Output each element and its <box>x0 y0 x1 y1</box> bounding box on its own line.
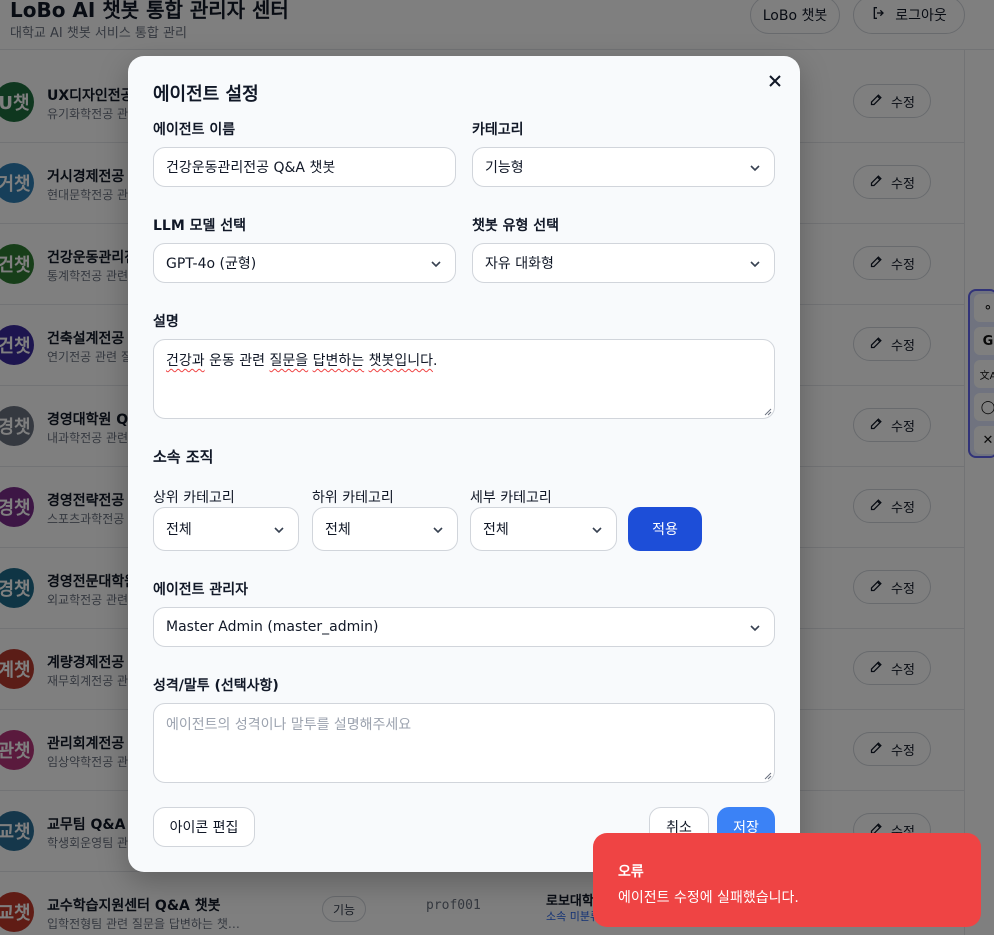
category-select[interactable]: 기능형 <box>472 147 775 187</box>
agent-name-input[interactable]: 건강운동관리전공 Q&A 챗봇 <box>153 147 456 187</box>
agent-name-value: 건강운동관리전공 Q&A 챗봇 <box>166 160 336 176</box>
lower-category-label: 하위 카테고리 <box>312 490 394 506</box>
persona-placeholder: 에이전트의 성격이나 말투를 설명해주세요 <box>166 717 412 733</box>
desc-text-7: 챗봇입니다 <box>368 353 433 369</box>
chevron-down-icon <box>274 527 284 534</box>
desc-text-8: . <box>433 353 438 369</box>
category-label: 카테고리 <box>472 122 524 138</box>
lower-category-select[interactable]: 전체 <box>312 507 458 551</box>
llm-value: GPT-4o (균형) <box>166 256 257 272</box>
lower-category-value: 전체 <box>325 522 351 538</box>
chevron-down-icon <box>431 261 441 268</box>
agent-name-label: 에이전트 이름 <box>153 122 236 138</box>
error-toast: 오류 에이전트 수정에 실패했습니다. <box>593 833 981 927</box>
detail-category-select[interactable]: 전체 <box>470 507 617 551</box>
manager-select[interactable]: Master Admin (master_admin) <box>153 607 775 647</box>
chatbot-type-label: 챗봇 유형 선택 <box>472 218 560 234</box>
category-value: 기능형 <box>485 160 524 176</box>
modal-title: 에이전트 설정 <box>153 84 259 105</box>
toast-message: 에이전트 수정에 실패했습니다. <box>618 890 799 906</box>
chevron-down-icon <box>750 261 760 268</box>
persona-textarea[interactable]: 에이전트의 성격이나 말투를 설명해주세요 <box>153 703 775 783</box>
resize-handle-icon[interactable] <box>764 408 772 416</box>
detail-category-value: 전체 <box>483 522 509 538</box>
chevron-down-icon <box>750 165 760 172</box>
llm-select[interactable]: GPT-4o (균형) <box>153 243 456 283</box>
llm-label: LLM 모델 선택 <box>153 218 247 234</box>
agent-settings-modal: 에이전트 설정 에이전트 이름 건강운동관리전공 Q&A 챗봇 카테고리 기능형… <box>128 56 800 872</box>
chatbot-type-select[interactable]: 자유 대화형 <box>472 243 775 283</box>
manager-label: 에이전트 관리자 <box>153 582 249 598</box>
org-section-title: 소속 조직 <box>153 448 214 466</box>
upper-category-value: 전체 <box>166 522 192 538</box>
desc-text-5: 답변하는 <box>312 353 365 369</box>
resize-handle-icon[interactable] <box>764 772 772 780</box>
chevron-down-icon <box>592 527 602 534</box>
chatbot-type-value: 자유 대화형 <box>485 256 554 272</box>
close-button[interactable] <box>764 70 786 92</box>
description-label: 설명 <box>153 314 179 330</box>
desc-text-3: 질문을 <box>269 353 309 369</box>
desc-text-1: 건강과 <box>166 353 205 369</box>
upper-category-label: 상위 카테고리 <box>153 490 235 506</box>
detail-category-label: 세부 카테고리 <box>470 490 552 506</box>
upper-category-select[interactable]: 전체 <box>153 507 299 551</box>
description-textarea[interactable]: 건강과 운동 관련 질문을 답변하는 챗봇입니다. <box>153 339 775 419</box>
toast-title: 오류 <box>618 864 644 880</box>
icon-edit-button[interactable]: 아이콘 편집 <box>153 807 255 847</box>
close-icon <box>769 75 781 87</box>
persona-label: 성격/말투 (선택사항) <box>153 678 279 694</box>
apply-button[interactable]: 적용 <box>628 507 702 551</box>
chevron-down-icon <box>433 527 443 534</box>
chevron-down-icon <box>750 625 760 632</box>
desc-text-2: 운동 관련 <box>204 353 270 369</box>
manager-value: Master Admin (master_admin) <box>166 619 379 635</box>
